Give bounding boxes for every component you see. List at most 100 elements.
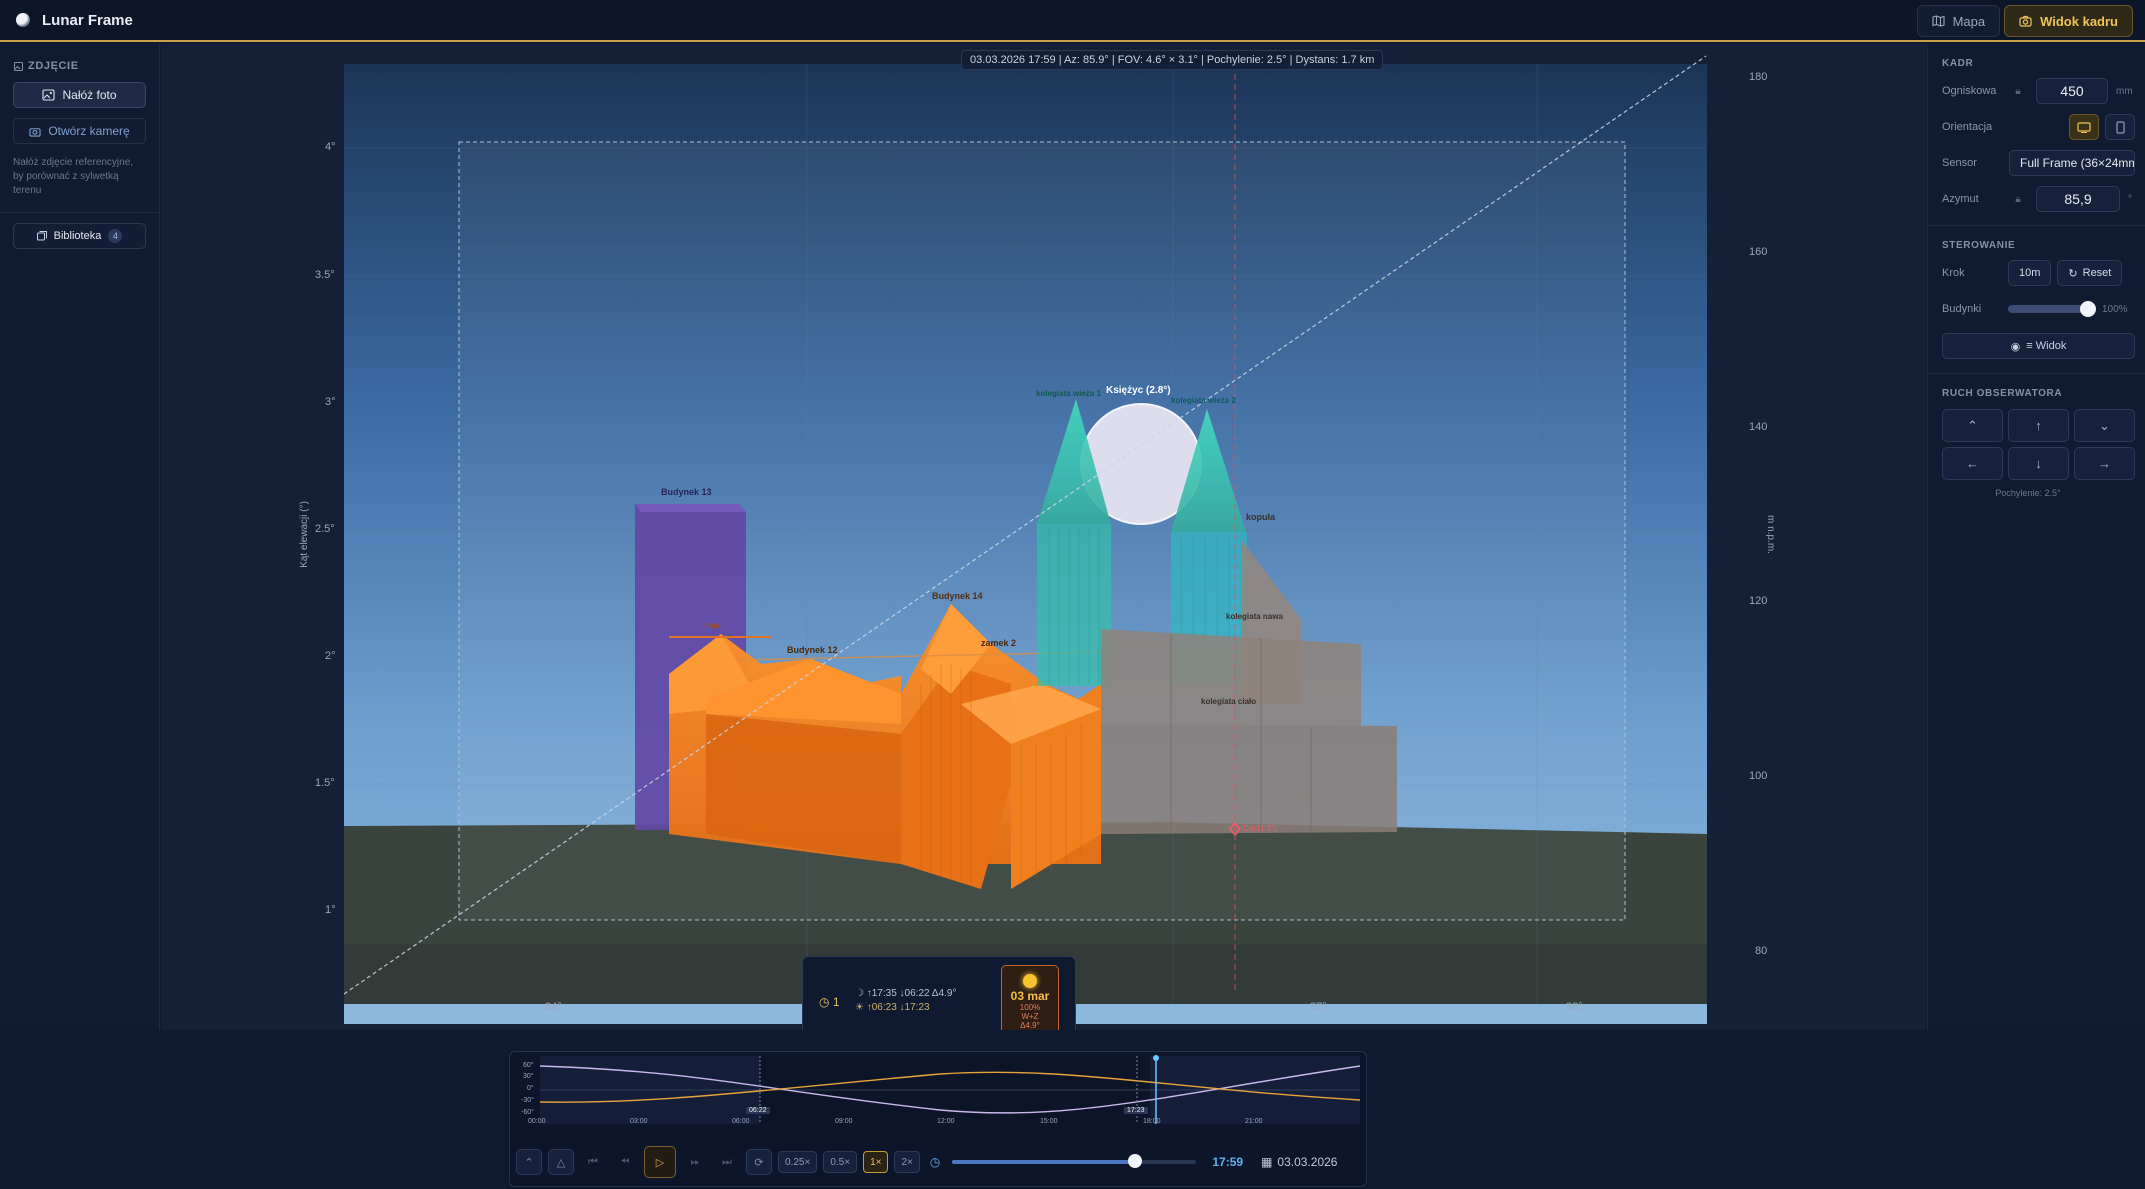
move-back-button[interactable]: ↓ xyxy=(2008,447,2069,480)
observer-move-grid: ⌃ ↑ ⌄ ← ↓ → xyxy=(1942,409,2145,480)
speed-button[interactable]: 0.5× xyxy=(823,1151,858,1173)
building-label: Budynek 12 xyxy=(787,645,838,655)
camera-icon xyxy=(2019,15,2032,27)
chevron-up-icon: ⌃ xyxy=(1967,417,1978,433)
timeline-panel: 60° 30° 0° -30° -60° 00:00 03:00 06:00 0… xyxy=(509,1051,1367,1187)
focal-input[interactable]: 450 xyxy=(2036,78,2108,104)
rewind-button[interactable]: ⏪︎ xyxy=(612,1149,638,1175)
lock-icon[interactable]: 🔒︎ xyxy=(2008,188,2028,210)
sensor-select[interactable]: Full Frame (36×24mm) xyxy=(2009,150,2135,176)
map-view-button[interactable]: Mapa xyxy=(1916,5,2001,37)
y-tick: 3.5° xyxy=(315,269,335,281)
overlay-photo-button[interactable]: Nałóż foto xyxy=(13,82,146,108)
step-select[interactable]: 10m xyxy=(2008,260,2052,286)
time-slider[interactable] xyxy=(952,1154,1197,1168)
sensor-row: Sensor Full Frame (36×24mm) xyxy=(1928,145,2145,181)
open-camera-button[interactable]: Otwórz kamerę xyxy=(13,118,146,144)
rewind-icon: ⏪︎ xyxy=(620,1155,630,1168)
building-label: Budynek 13 xyxy=(661,487,712,497)
sun-icon xyxy=(1023,974,1037,988)
buildings-label: Budynki xyxy=(1942,303,1982,315)
azimuth-label: Azymut xyxy=(1942,193,1979,205)
left-divider xyxy=(0,212,159,213)
move-right-button[interactable]: → xyxy=(2074,447,2135,480)
skip-start-button[interactable]: ⏮︎ xyxy=(580,1149,606,1175)
mountain-toggle-button[interactable]: △ xyxy=(548,1149,574,1175)
library-label: Biblioteka xyxy=(53,230,102,242)
tl-y-label: 0° xyxy=(527,1085,534,1092)
forward-button[interactable]: ⏩︎ xyxy=(682,1149,708,1175)
arrow-up-icon: ↑ xyxy=(2035,418,2042,433)
move-forward-button[interactable]: ↑ xyxy=(2008,409,2069,442)
landscape-icon xyxy=(2077,121,2091,133)
building-label: zamek 2 xyxy=(981,638,1017,648)
date-badge[interactable]: 03 mar 100% W+Z Δ4.9° xyxy=(1001,965,1059,1030)
tl-x-label: 09:00 xyxy=(835,1118,853,1125)
tl-x-label: 06:00 xyxy=(732,1118,750,1125)
photo-section-title: ZDJĘCIE xyxy=(14,60,159,72)
move-up-button[interactable]: ⌃ xyxy=(1942,409,2003,442)
chevron-up-icon: ⌃ xyxy=(524,1156,534,1169)
target-label: Cel (1.3°) xyxy=(1243,824,1277,833)
right-tick: 80 xyxy=(1755,945,1768,957)
library-button[interactable]: Biblioteka 4 xyxy=(13,223,146,249)
sunset-marker: 17:23 xyxy=(1124,1107,1148,1114)
move-down-button[interactable]: ⌄ xyxy=(2074,409,2135,442)
tl-y-label: -60° xyxy=(521,1109,534,1116)
frame-info-bar: 03.03.2026 17:59 | Az: 85.9° | FOV: 4.6°… xyxy=(961,50,1384,70)
buildings-value: 100% xyxy=(2102,303,2128,315)
view-button-label: ≡ Widok xyxy=(2026,340,2067,352)
current-time-dot xyxy=(1153,1055,1159,1061)
time-slider-fill xyxy=(952,1160,1136,1164)
step-row: Krok 10m ↻ Reset xyxy=(1928,255,2145,291)
loop-button[interactable]: ⟳ xyxy=(746,1149,772,1175)
buildings-slider[interactable] xyxy=(2008,301,2096,317)
speed-button[interactable]: 0.25× xyxy=(778,1151,818,1173)
skip-end-button[interactable]: ⏭︎ xyxy=(714,1149,740,1175)
play-button[interactable]: ▷ xyxy=(644,1146,676,1178)
azimuth-input[interactable]: 85,9 xyxy=(2036,186,2120,212)
day-curve-chart[interactable] xyxy=(510,1052,1368,1144)
time-slider-knob[interactable] xyxy=(1128,1154,1143,1168)
buildings-slider-knob[interactable] xyxy=(2080,301,2096,317)
control-section-title: STEROWANIE xyxy=(1942,240,2016,251)
y-tick: 2.5° xyxy=(315,523,335,535)
date-badge-date: 03 mar xyxy=(1010,989,1050,1003)
lock-icon[interactable]: 🔒︎ xyxy=(2008,80,2028,102)
focal-row: Ogniskowa 🔒︎ 450 mm xyxy=(1928,73,2145,109)
moon-info-card: ◷ 1 ☽ ↑17:35 ↓06:22 Δ4.9° ☀ ↑06:23 ↓17:2… xyxy=(802,956,1076,1030)
current-date-label: 03.03.2026 xyxy=(1277,1155,1338,1169)
camera-frame[interactable] xyxy=(458,141,1626,921)
tl-y-label: -30° xyxy=(521,1097,534,1104)
sun-rise-set: ☀ ↑06:23 ↓17:23 xyxy=(855,1002,930,1013)
image-add-icon xyxy=(42,89,56,101)
y-tick: 1.5° xyxy=(315,777,335,789)
view-button[interactable]: ◉ ≡ Widok xyxy=(1942,333,2135,359)
tilt-note: Pochylenie: 2.5° xyxy=(1995,488,2061,498)
view-switch: Mapa Widok kadru xyxy=(1916,5,2133,37)
tl-x-label: 21:00 xyxy=(1245,1118,1263,1125)
collapse-button[interactable]: ⌃ xyxy=(516,1149,542,1175)
y-axis-label: Kąt elewacji (°) xyxy=(298,501,310,568)
frame-view-button[interactable]: Widok kadru xyxy=(2004,5,2133,37)
frame-viewport[interactable]: 03.03.2026 17:59 | Az: 85.9° | FOV: 4.6°… xyxy=(161,44,1926,1030)
date-badge-direction: W+Z xyxy=(1021,1012,1039,1021)
x-tick: 87° xyxy=(1310,1001,1327,1013)
landscape-button[interactable] xyxy=(2069,114,2099,140)
reset-button[interactable]: ↻ Reset xyxy=(2057,260,2123,286)
speed-button[interactable]: 2× xyxy=(894,1151,920,1173)
overlay-photo-label: Nałóż foto xyxy=(62,88,117,102)
chevron-down-icon: ⌄ xyxy=(2099,417,2110,433)
portrait-button[interactable] xyxy=(2105,114,2135,140)
right-panel: KADR Ogniskowa 🔒︎ 450 mm Orientacja Sens… xyxy=(1927,44,2145,1030)
building-label: Budynek 14 xyxy=(932,591,983,601)
arrow-left-icon: ← xyxy=(1966,456,1979,471)
speed-button-active[interactable]: 1× xyxy=(863,1151,889,1173)
current-date[interactable]: ▦ 03.03.2026 xyxy=(1261,1155,1337,1169)
move-left-button[interactable]: ← xyxy=(1942,447,2003,480)
y-tick: 3° xyxy=(325,396,336,408)
skip-start-icon: ⏮︎ xyxy=(588,1155,598,1168)
photo-hint: Nałóż zdjęcie referencyjne, by porównać … xyxy=(13,157,134,196)
portrait-icon xyxy=(2115,120,2125,134)
tl-y-label: 30° xyxy=(523,1073,534,1080)
